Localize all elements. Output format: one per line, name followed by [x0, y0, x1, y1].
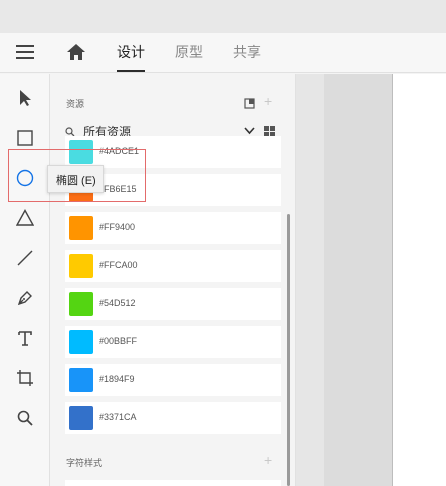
- active-tab-indicator: [117, 70, 145, 72]
- tool-bar: [0, 74, 50, 486]
- artboard[interactable]: [392, 74, 446, 486]
- hamburger-menu-icon[interactable]: [16, 45, 34, 59]
- library-icon[interactable]: [244, 96, 255, 114]
- line-tool-icon[interactable]: [13, 246, 37, 270]
- color-swatch-row[interactable]: #3371CA: [65, 402, 281, 434]
- add-character-style-icon[interactable]: +: [264, 453, 272, 467]
- pen-tool-icon[interactable]: [13, 286, 37, 310]
- color-hex-label: #FFCA00: [99, 260, 138, 270]
- color-hex-label: #54D512: [99, 298, 136, 308]
- pasteboard: [324, 74, 392, 486]
- tab-design[interactable]: 设计: [117, 42, 145, 72]
- color-swatch: [69, 368, 93, 392]
- rectangle-tool-icon[interactable]: [13, 126, 37, 150]
- color-swatch: [69, 254, 93, 278]
- add-asset-icon[interactable]: +: [264, 94, 272, 108]
- color-swatch: [69, 330, 93, 354]
- top-bar: 设计 原型 共享: [0, 33, 446, 73]
- color-swatch-row[interactable]: #FF9400: [65, 212, 281, 244]
- zoom-tool-icon[interactable]: [13, 406, 37, 430]
- character-styles-title: 字符样式: [66, 458, 103, 468]
- assets-panel: 资源 + 所有资源 #4ADCE1 #FB6E15 #FF9400 #FFCA0…: [51, 74, 296, 486]
- color-swatch-row[interactable]: #FFCA00: [65, 250, 281, 282]
- color-swatch: [69, 406, 93, 430]
- color-swatch-row[interactable]: #1894F9: [65, 364, 281, 396]
- color-swatch: [69, 216, 93, 240]
- select-tool-icon[interactable]: [13, 86, 37, 110]
- color-swatch-row[interactable]: #54D512: [65, 288, 281, 320]
- color-hex-label: #00BBFF: [99, 336, 138, 346]
- text-tool-icon[interactable]: [13, 326, 37, 350]
- color-swatch-row[interactable]: #00BBFF: [65, 326, 281, 358]
- highlight-box: [8, 149, 146, 202]
- color-hex-label: #3371CA: [99, 412, 137, 422]
- color-hex-label: #FF9400: [99, 222, 136, 232]
- artboard-tool-icon[interactable]: [13, 366, 37, 390]
- tab-share[interactable]: 共享: [233, 42, 261, 72]
- color-hex-label: #1894F9: [99, 374, 135, 384]
- polygon-tool-icon[interactable]: [13, 206, 37, 230]
- chevron-down-icon[interactable]: [244, 127, 255, 135]
- panel-scrollbar[interactable]: [287, 214, 290, 486]
- color-swatch: [69, 292, 93, 316]
- tab-prototype[interactable]: 原型: [175, 42, 203, 72]
- home-icon[interactable]: [66, 42, 86, 62]
- title-bar: [0, 0, 446, 33]
- character-style-card[interactable]: [65, 480, 281, 486]
- assets-panel-title: 资源: [66, 99, 85, 109]
